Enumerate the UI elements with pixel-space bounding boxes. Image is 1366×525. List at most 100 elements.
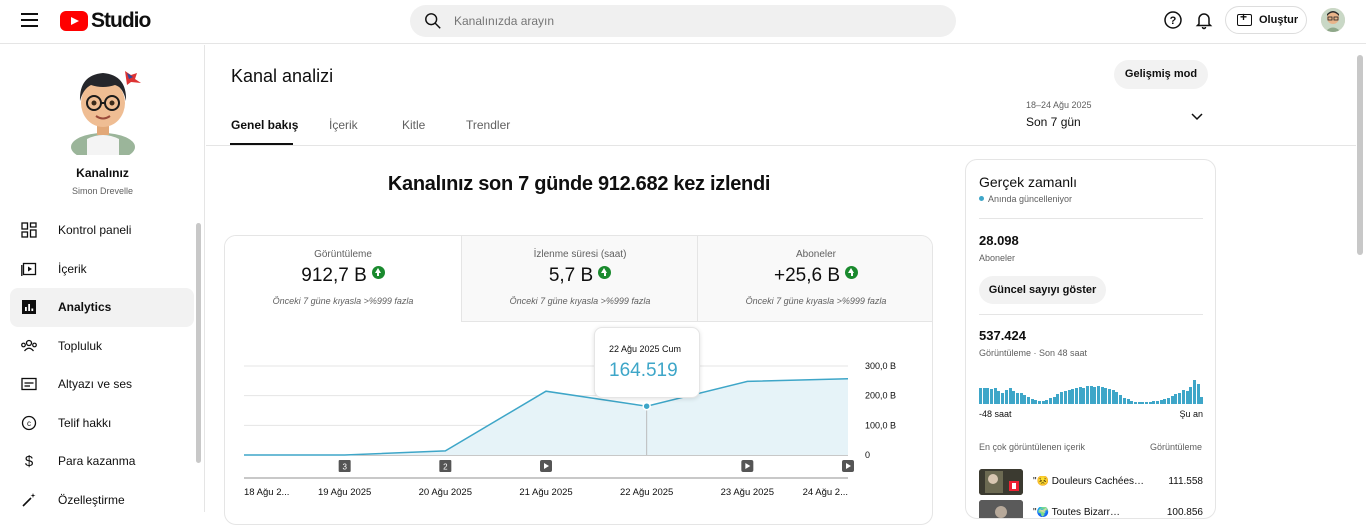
realtime-bar-chart — [979, 380, 1204, 404]
realtime-bar — [1196, 383, 1200, 404]
realtime-bar — [1167, 397, 1171, 404]
realtime-title: Gerçek zamanlı — [979, 174, 1078, 190]
sidebar-item-dashboard[interactable]: Kontrol paneli — [10, 211, 194, 250]
page-title: Kanal analizi — [231, 66, 334, 86]
realtime-bar — [1200, 396, 1204, 404]
menu-icon[interactable] — [21, 13, 38, 27]
list-item[interactable]: "🌍 Toutes Bizarr… 100.856 — [979, 500, 1203, 518]
analytics-header: Kanal analizi Gelişmiş mod Genel bakış İ… — [206, 45, 1356, 146]
svg-text:$: $ — [25, 453, 34, 470]
channel-avatar-image-icon — [71, 71, 141, 161]
tab-audience[interactable]: Kitle — [402, 118, 425, 132]
chart-tooltip: 22 Ağu 2025 Cum 164.519 — [594, 327, 700, 398]
sidebar-scrollbar[interactable] — [196, 223, 201, 463]
search-input[interactable] — [454, 11, 934, 31]
sidebar-item-label: Telif hakkı — [58, 415, 112, 430]
realtime-bar — [1023, 394, 1027, 404]
realtime-bar — [1189, 387, 1193, 404]
channel-name: Kanalınız — [76, 166, 129, 180]
tab-overview[interactable]: Genel bakış — [231, 118, 298, 132]
bar-axis-right: Şu an — [1179, 409, 1203, 419]
search-bar[interactable] — [410, 5, 956, 37]
views-48h-count: 537.424 — [979, 328, 1026, 343]
tab-trends[interactable]: Trendler — [466, 118, 510, 132]
metric-compare: Önceki 7 güne kıyasla >%999 fazla — [272, 296, 414, 306]
realtime-bar — [1111, 390, 1115, 404]
account-avatar[interactable] — [1321, 8, 1345, 32]
realtime-bar — [1071, 389, 1075, 404]
realtime-bar — [1115, 392, 1119, 404]
realtime-bar — [993, 388, 997, 404]
realtime-status-text: Anında güncelleniyor — [988, 194, 1073, 204]
create-button[interactable]: Oluştur — [1225, 6, 1307, 34]
metric-value-text: +25,6 B — [773, 265, 841, 286]
chevron-down-icon[interactable] — [1191, 113, 1203, 121]
realtime-bar — [1001, 392, 1005, 404]
views-48h-label: Görüntüleme · Son 48 saat — [979, 348, 1088, 358]
realtime-card: Gerçek zamanlı Anında güncelleniyor 28.0… — [965, 159, 1216, 519]
show-live-count-button[interactable]: Güncel sayıyı göster — [979, 276, 1106, 304]
dollar-icon: $ — [19, 451, 39, 471]
page-scrollbar[interactable] — [1357, 55, 1363, 255]
list-item[interactable]: "😣 Douleurs Cachées… 111.558 — [979, 469, 1203, 495]
realtime-bar — [1130, 401, 1134, 404]
sidebar: Kanalınız Simon Drevelle Kontrol paneli … — [0, 45, 205, 512]
divider — [979, 314, 1203, 315]
search-icon — [425, 13, 441, 29]
content-icon — [19, 259, 39, 279]
realtime-bar — [1049, 398, 1053, 404]
notifications-icon[interactable] — [1194, 10, 1214, 30]
metric-subscribers[interactable]: Aboneler +25,6 B Önceki 7 güne kıyasla >… — [698, 236, 932, 322]
realtime-bar — [1163, 399, 1167, 404]
trend-up-icon — [371, 266, 385, 279]
metric-watch-time[interactable]: İzlenme süresi (saat) 5,7 B Önceki 7 gün… — [462, 236, 698, 322]
realtime-bar — [1119, 394, 1123, 404]
magic-wand-icon — [19, 490, 39, 510]
video-thumbnail-image-icon — [979, 469, 1023, 495]
sidebar-item-content[interactable]: İçerik — [10, 250, 194, 289]
sidebar-item-subtitles[interactable]: Altyazı ve ses — [10, 365, 194, 404]
help-icon[interactable]: ? — [1163, 10, 1183, 30]
sidebar-item-copyright[interactable]: c Telif hakkı — [10, 404, 194, 443]
realtime-bar — [1041, 401, 1045, 404]
period-selector[interactable]: Son 7 gün — [1026, 115, 1081, 129]
sidebar-item-community[interactable]: Topluluk — [10, 327, 194, 366]
metric-value: 912,7 B — [225, 265, 461, 287]
create-video-icon — [1237, 10, 1252, 26]
realtime-bar — [1137, 402, 1141, 404]
realtime-bar — [1026, 396, 1030, 404]
realtime-bar — [1004, 390, 1008, 404]
realtime-bar — [982, 388, 986, 404]
realtime-bar — [1141, 402, 1145, 404]
channel-avatar[interactable] — [65, 65, 141, 161]
metrics-card: Görüntüleme 912,7 B Önceki 7 güne kıyasl… — [224, 235, 933, 525]
realtime-bar — [1144, 402, 1148, 404]
metric-label: Aboneler — [795, 249, 837, 260]
metric-compare: Önceki 7 güne kıyasla >%999 fazla — [509, 296, 651, 306]
realtime-bar — [1148, 402, 1152, 404]
realtime-bar — [1126, 399, 1130, 404]
studio-logo[interactable]: Studio — [60, 9, 151, 33]
realtime-bar — [1100, 387, 1104, 404]
overview-headline: Kanalınız son 7 günde 912.682 kez izlend… — [387, 173, 771, 195]
sidebar-item-monetization[interactable]: $ Para kazanma — [10, 442, 194, 481]
tab-content[interactable]: İçerik — [329, 118, 358, 132]
date-range-label[interactable]: 18–24 Ağu 2025 — [1026, 100, 1092, 110]
advanced-mode-button[interactable]: Gelişmiş mod — [1114, 60, 1208, 89]
sidebar-item-label: Analytics — [58, 300, 112, 315]
realtime-bar — [1045, 400, 1049, 404]
sidebar-item-customization[interactable]: Özelleştirme — [10, 481, 194, 520]
top-bar: Studio ? Oluştur — [0, 0, 1366, 44]
create-label: Oluştur — [1259, 14, 1299, 26]
realtime-bar — [1082, 388, 1086, 404]
subscriber-label: Aboneler — [979, 253, 1016, 263]
video-thumbnail — [979, 469, 1023, 495]
realtime-bar — [1152, 401, 1156, 404]
realtime-bar — [1078, 387, 1082, 404]
metric-value-text: 912,7 B — [301, 265, 367, 286]
realtime-bar — [1015, 392, 1019, 404]
realtime-bar — [979, 388, 982, 404]
metric-views[interactable]: Görüntüleme 912,7 B Önceki 7 güne kıyasl… — [225, 236, 461, 322]
sidebar-item-analytics[interactable]: Analytics — [10, 288, 194, 327]
realtime-bar — [1089, 386, 1093, 404]
